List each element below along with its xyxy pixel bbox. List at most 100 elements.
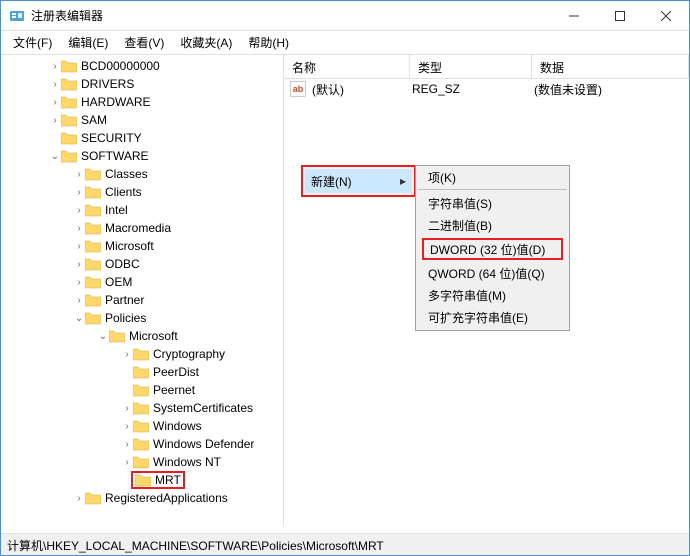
window-title: 注册表编辑器: [31, 7, 551, 24]
tree-item-label: RegisteredApplications: [105, 491, 228, 505]
tree-item[interactable]: › Windows Defender: [1, 435, 283, 453]
tree-item[interactable]: › SAM: [1, 111, 283, 129]
tree-item[interactable]: ⌄ Policies: [1, 309, 283, 327]
value-data: (数值未设置): [534, 81, 602, 98]
menu-file[interactable]: 文件(F): [5, 32, 60, 53]
chevron-right-icon[interactable]: ›: [73, 205, 85, 216]
menu-item[interactable]: DWORD (32 位)值(D): [422, 238, 563, 260]
tree-item[interactable]: SECURITY: [1, 129, 283, 147]
folder-icon: [85, 491, 101, 505]
folder-icon: [133, 437, 149, 451]
tree-item-label: Cryptography: [153, 347, 225, 361]
chevron-right-icon[interactable]: ›: [73, 493, 85, 504]
tree-item[interactable]: › Cryptography: [1, 345, 283, 363]
list-row[interactable]: ab (默认) REG_SZ (数值未设置): [284, 79, 689, 99]
chevron-down-icon[interactable]: ⌄: [97, 331, 109, 342]
menu-bar: 文件(F) 编辑(E) 查看(V) 收藏夹(A) 帮助(H): [1, 31, 689, 55]
tree-item[interactable]: ›DRIVERS: [1, 75, 283, 93]
chevron-down-icon[interactable]: ⌄: [73, 313, 85, 324]
tree-item[interactable]: ›Windows: [1, 417, 283, 435]
minimize-button[interactable]: [551, 1, 597, 31]
chevron-right-icon[interactable]: ›: [121, 349, 133, 360]
menu-item[interactable]: QWORD (64 位)值(Q): [418, 262, 567, 284]
col-type[interactable]: 类型: [410, 55, 532, 78]
chevron-right-icon[interactable]: ›: [73, 259, 85, 270]
menu-item[interactable]: 多字符串值(M): [418, 284, 567, 306]
tree-item[interactable]: › Windows NT: [1, 453, 283, 471]
menu-item[interactable]: 可扩充字符串值(E): [418, 306, 567, 328]
folder-icon: [61, 95, 77, 109]
chevron-right-icon[interactable]: ›: [121, 457, 133, 468]
tree-item-label: Classes: [105, 167, 148, 181]
menu-item[interactable]: 项(K): [418, 168, 567, 190]
chevron-right-icon[interactable]: ›: [121, 439, 133, 450]
menu-favorites[interactable]: 收藏夹(A): [172, 32, 240, 53]
tree-pane[interactable]: ›BCD00000000›DRIVERS›HARDWARE›SAM SECURI…: [1, 55, 284, 525]
value-type: REG_SZ: [412, 82, 534, 96]
chevron-right-icon[interactable]: ›: [73, 169, 85, 180]
tree-item-label: Peernet: [153, 383, 195, 397]
tree-item[interactable]: ›SystemCertificates: [1, 399, 283, 417]
tree-item[interactable]: › ODBC: [1, 255, 283, 273]
tree-item-label: MRT: [155, 473, 181, 487]
chevron-down-icon[interactable]: ⌄: [49, 151, 61, 162]
folder-icon: [133, 383, 149, 397]
chevron-right-icon[interactable]: ›: [49, 61, 61, 72]
tree-item[interactable]: › Macromedia: [1, 219, 283, 237]
folder-icon: [133, 347, 149, 361]
menu-view[interactable]: 查看(V): [116, 32, 172, 53]
tree-item[interactable]: ›Partner: [1, 291, 283, 309]
chevron-right-icon[interactable]: ›: [49, 79, 61, 90]
tree-item[interactable]: ›BCD00000000: [1, 57, 283, 75]
folder-icon: [85, 203, 101, 217]
col-data[interactable]: 数据: [532, 55, 689, 78]
col-name[interactable]: 名称: [284, 55, 410, 78]
tree-item-label: Clients: [105, 185, 142, 199]
menu-help[interactable]: 帮助(H): [240, 32, 297, 53]
close-button[interactable]: [643, 1, 689, 31]
tree-item[interactable]: Peernet: [1, 381, 283, 399]
tree-item[interactable]: ›HARDWARE: [1, 93, 283, 111]
tree-item[interactable]: › Classes: [1, 165, 283, 183]
tree-item-label: Macromedia: [105, 221, 171, 235]
list-header: 名称 类型 数据: [284, 55, 689, 79]
chevron-right-icon[interactable]: ›: [121, 403, 133, 414]
tree-item[interactable]: › Microsoft: [1, 237, 283, 255]
tree-item[interactable]: ⌄Microsoft: [1, 327, 283, 345]
chevron-right-icon[interactable]: ›: [73, 223, 85, 234]
folder-icon: [133, 419, 149, 433]
chevron-right-icon[interactable]: ›: [49, 115, 61, 126]
tree-item-label: Windows Defender: [153, 437, 254, 451]
tree-item[interactable]: › Clients: [1, 183, 283, 201]
chevron-right-icon[interactable]: ›: [121, 421, 133, 432]
context-menu-secondary: 项(K)字符串值(S)二进制值(B)DWORD (32 位)值(D)QWORD …: [415, 165, 570, 331]
tree-item-label: Policies: [105, 311, 146, 325]
menu-item[interactable]: 二进制值(B): [418, 214, 567, 236]
folder-icon: [109, 329, 125, 343]
folder-icon: [61, 59, 77, 73]
tree-item[interactable]: PeerDist: [1, 363, 283, 381]
chevron-right-icon[interactable]: ›: [73, 187, 85, 198]
value-name: (默认): [312, 81, 412, 98]
tree-item[interactable]: ⌄SOFTWARE: [1, 147, 283, 165]
menu-edit[interactable]: 编辑(E): [60, 32, 116, 53]
tree-item-label: Windows NT: [153, 455, 221, 469]
chevron-right-icon[interactable]: ›: [49, 97, 61, 108]
menu-item[interactable]: 字符串值(S): [418, 192, 567, 214]
string-icon: ab: [290, 81, 306, 97]
maximize-button[interactable]: [597, 1, 643, 31]
chevron-right-icon[interactable]: ›: [73, 277, 85, 288]
tree-item[interactable]: ›OEM: [1, 273, 283, 291]
chevron-right-icon[interactable]: ›: [73, 295, 85, 306]
tree-item-label: SAM: [81, 113, 107, 127]
tree-item[interactable]: ›Intel: [1, 201, 283, 219]
tree-item-label: ODBC: [105, 257, 140, 271]
title-bar: 注册表编辑器: [1, 1, 689, 31]
chevron-right-icon[interactable]: ›: [73, 241, 85, 252]
tree-item-label: Microsoft: [105, 239, 154, 253]
tree-item-label: SECURITY: [81, 131, 142, 145]
tree-item[interactable]: MRT: [1, 471, 283, 489]
tree-item[interactable]: › RegisteredApplications: [1, 489, 283, 507]
folder-icon: [85, 239, 101, 253]
menu-item-new[interactable]: 新建(N) ▸: [305, 169, 412, 193]
